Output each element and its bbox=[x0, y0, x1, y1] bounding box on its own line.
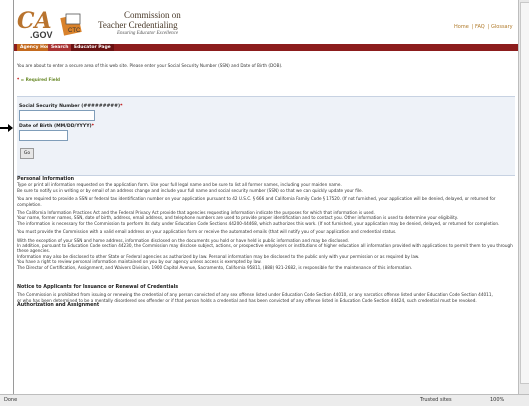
dob-label-text: Date of Birth (MM/DD/YYYY) bbox=[19, 124, 92, 129]
nav-bar: Agency Home Search Educator Page bbox=[14, 44, 519, 51]
left-margin bbox=[0, 0, 13, 405]
tab-search[interactable]: Search bbox=[48, 44, 72, 51]
browser-window: CA .GOV CTC Commission on Teacher Creden… bbox=[0, 0, 529, 406]
personal-info-para: The Director of Certification, Assignmen… bbox=[17, 264, 413, 270]
login-form: Social Security Number (#########)* Date… bbox=[17, 96, 515, 176]
required-note-text: = Required Field bbox=[19, 77, 61, 82]
agency-title-line1: Commission on bbox=[124, 10, 181, 20]
personal-info-section: Personal Information Type or print all i… bbox=[17, 177, 515, 270]
dob-label: Date of Birth (MM/DD/YYYY)* bbox=[19, 124, 94, 129]
go-button[interactable]: Go bbox=[20, 148, 34, 159]
status-text: Done bbox=[4, 397, 18, 403]
agency-tagline: Ensuring Educator Excellence bbox=[117, 31, 179, 36]
ssn-required-star: * bbox=[120, 104, 123, 109]
status-bar: Done Trusted sites 100% bbox=[0, 394, 529, 406]
agency-title-line2: Teacher Credentialing bbox=[98, 20, 178, 30]
ssn-label-text: Social Security Number (#########) bbox=[19, 104, 121, 109]
ca-gov-logo-text: .GOV bbox=[30, 30, 53, 40]
site-header: CA .GOV CTC Commission on Teacher Creden… bbox=[14, 0, 519, 44]
zoom-level[interactable]: 100% bbox=[490, 397, 504, 403]
notice-section: Notice to Applicants for Issuance or Ren… bbox=[17, 285, 515, 309]
ssn-input[interactable] bbox=[19, 110, 95, 121]
link-glossary[interactable]: Glossary bbox=[491, 24, 513, 30]
personal-info-para: The information is necessary for the Com… bbox=[17, 220, 500, 226]
tab-educator-page[interactable]: Educator Page bbox=[71, 44, 114, 51]
link-home[interactable]: Home bbox=[454, 24, 469, 30]
security-zone: Trusted sites bbox=[420, 397, 452, 403]
authorization-title: Authorization and Assignment bbox=[17, 303, 100, 309]
required-note: * = Required Field bbox=[17, 77, 60, 82]
top-links: Home | FAQ | Glossary bbox=[454, 24, 513, 30]
personal-info-para: Be sure to notify us in writing or by em… bbox=[17, 187, 363, 193]
dob-input[interactable] bbox=[19, 130, 68, 141]
web-page: CA .GOV CTC Commission on Teacher Creden… bbox=[13, 0, 519, 394]
link-faq[interactable]: FAQ bbox=[475, 24, 485, 30]
ctc-logo-icon: CTC bbox=[60, 13, 82, 36]
personal-info-para: In addition, pursuant to Education Code … bbox=[17, 243, 513, 254]
ssn-label: Social Security Number (#########)* bbox=[19, 104, 123, 109]
dob-required-star: * bbox=[91, 124, 95, 129]
ctc-logo-text: CTC bbox=[68, 28, 81, 34]
personal-info-para: You must provide the Commission with a v… bbox=[17, 229, 397, 235]
vertical-scrollbar[interactable] bbox=[518, 0, 529, 394]
notice-title: Notice to Applicants for Issuance or Ren… bbox=[17, 285, 179, 290]
scrollbar-thumb[interactable] bbox=[520, 2, 529, 384]
personal-info-para: You are required to provide a SSN or fed… bbox=[17, 196, 496, 207]
pointer-arrow-icon bbox=[0, 124, 13, 132]
intro-text: You are about to enter a secure area of … bbox=[17, 63, 283, 68]
